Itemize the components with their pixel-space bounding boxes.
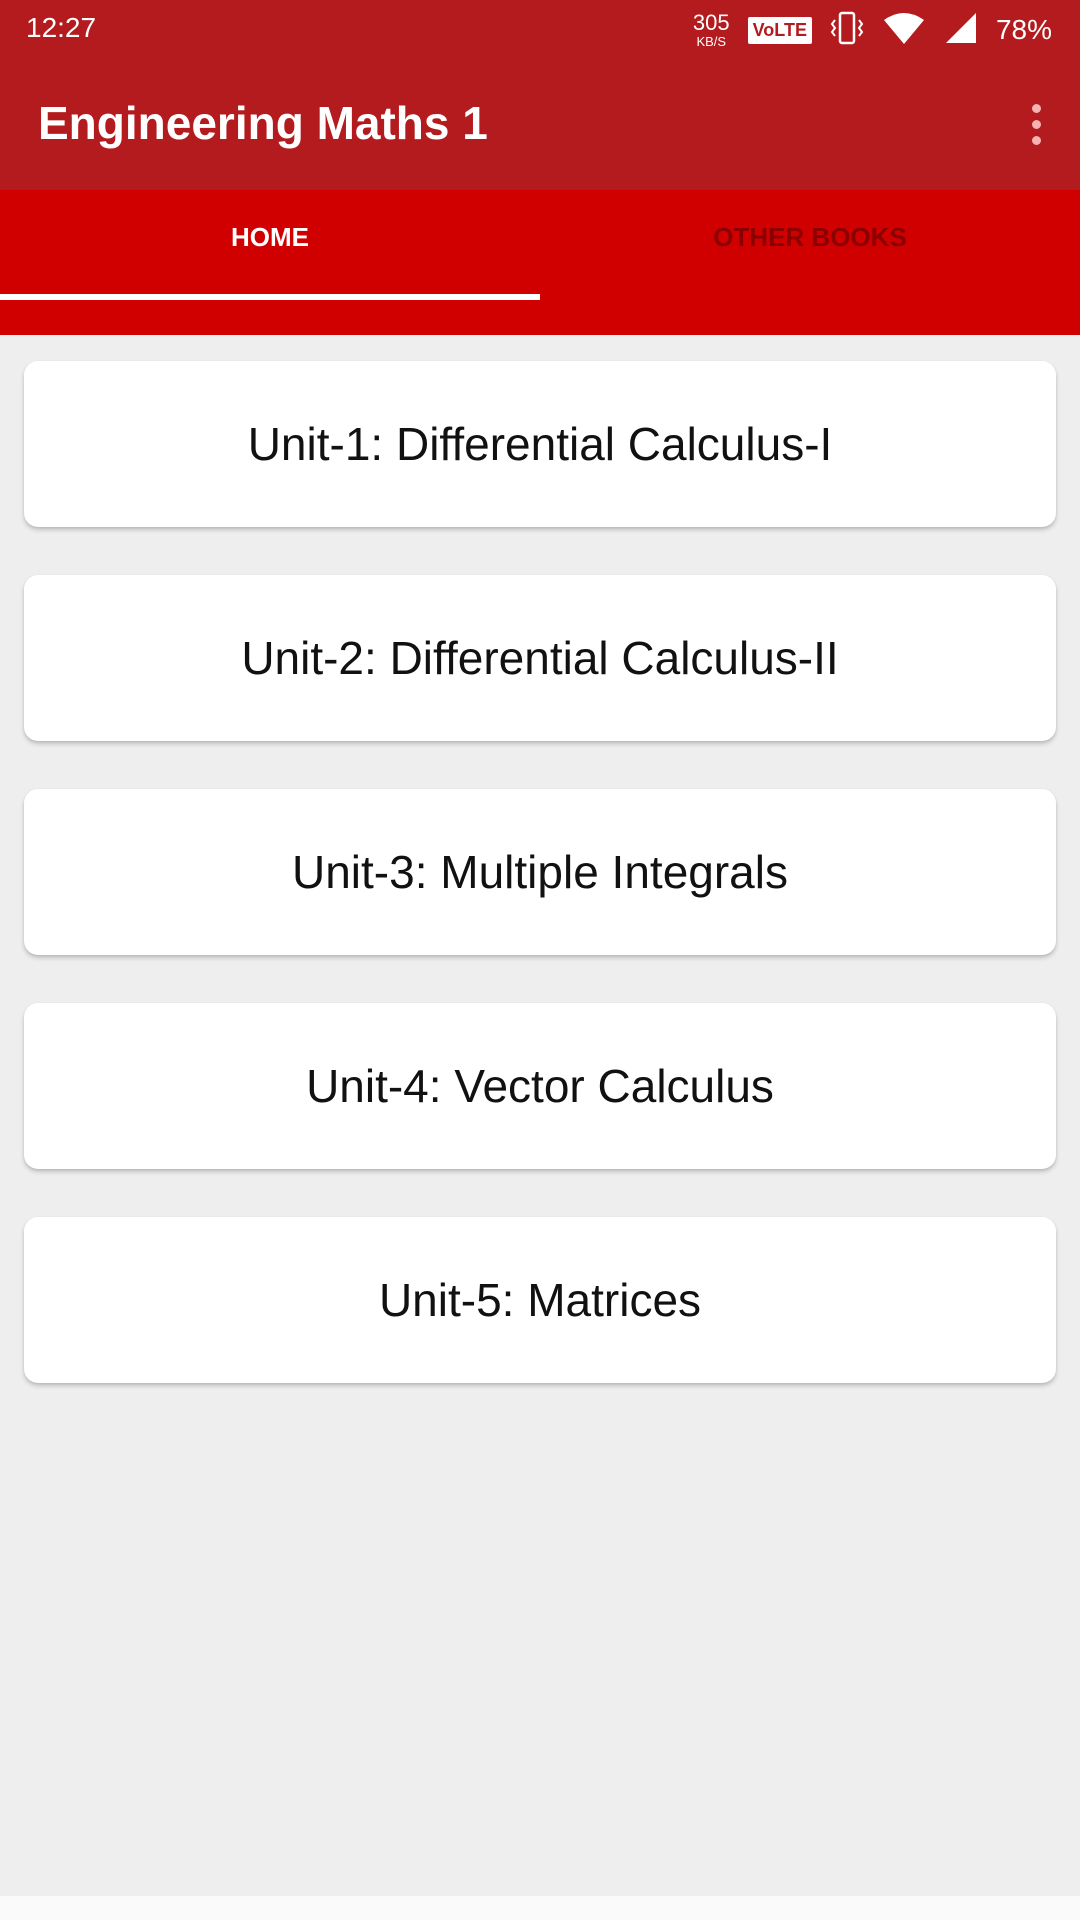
app-bar: Engineering Maths 1 <box>0 60 1080 190</box>
battery-percentage: 78% <box>995 14 1052 45</box>
network-speed-value: 305 <box>692 10 730 35</box>
status-bar: 12:27 305 KB/S VoLTE 78% <box>0 0 1080 60</box>
more-vert-icon-dot <box>1031 119 1041 129</box>
unit-card-3[interactable]: Unit-3: Multiple Integrals <box>24 789 1056 955</box>
unit-card-4[interactable]: Unit-4: Vector Calculus <box>24 1003 1056 1169</box>
navigation-bar-strip <box>0 1896 1080 1920</box>
wifi-icon <box>882 10 926 51</box>
tab-other-books[interactable]: OTHER BOOKS <box>540 190 1080 335</box>
tab-indicator <box>0 294 540 300</box>
vibrate-icon <box>830 10 864 51</box>
more-vert-icon-dot <box>1031 135 1041 145</box>
network-speed-unit: KB/S <box>696 34 727 49</box>
app-title: Engineering Maths 1 <box>38 97 488 149</box>
unit-card-1[interactable]: Unit-1: Differential Calculus-I <box>24 361 1056 527</box>
tab-home-label: HOME <box>231 222 309 252</box>
status-time: 12:27 <box>26 12 97 43</box>
tab-bar: HOME OTHER BOOKS <box>0 190 1080 335</box>
more-vert-icon <box>1031 103 1041 113</box>
tab-other-books-label: OTHER BOOKS <box>713 222 907 252</box>
more-options-button[interactable] <box>1016 96 1056 152</box>
unit-card-2[interactable]: Unit-2: Differential Calculus-II <box>24 575 1056 741</box>
unit-card-5[interactable]: Unit-5: Matrices <box>24 1217 1056 1383</box>
network-speed: 305 KB/S <box>692 10 730 49</box>
tab-home[interactable]: HOME <box>0 190 540 335</box>
status-icons: 305 KB/S VoLTE 78% <box>693 8 1052 52</box>
cellular-signal-icon <box>944 11 978 50</box>
volte-icon: VoLTE <box>747 16 812 44</box>
